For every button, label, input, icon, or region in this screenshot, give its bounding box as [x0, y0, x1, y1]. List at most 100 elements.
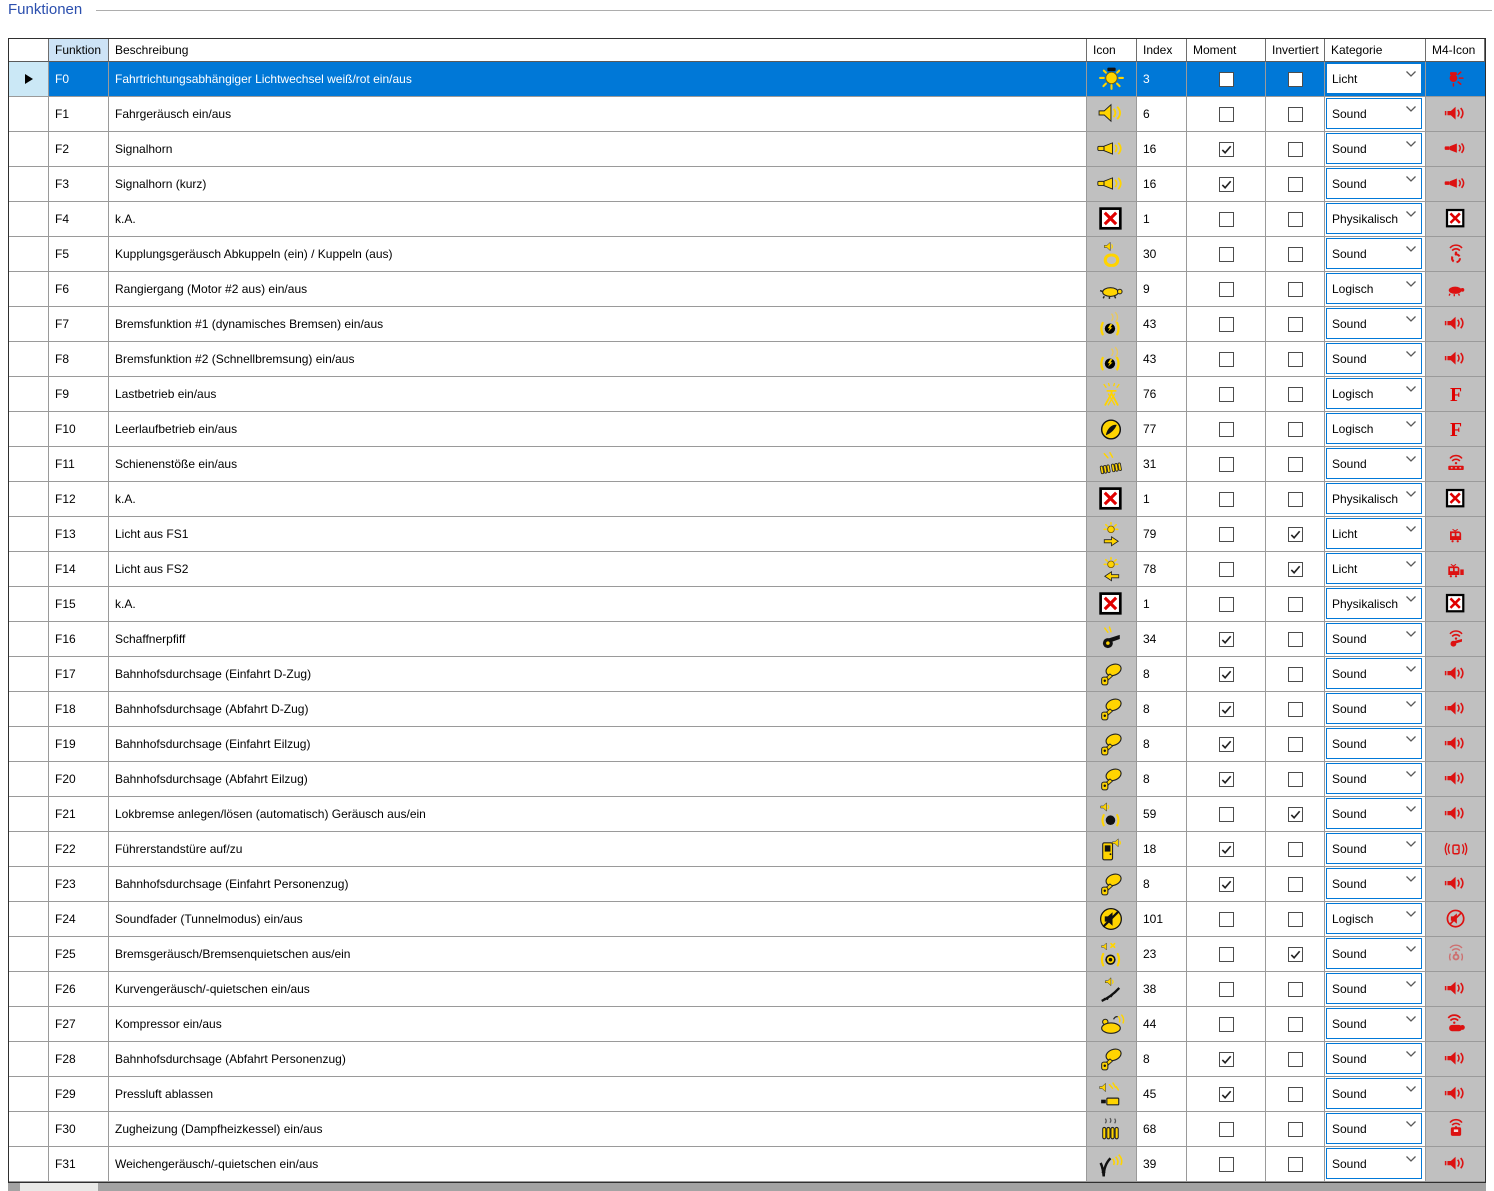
header-m4-icon[interactable]: M4-Icon [1426, 39, 1485, 62]
kategorie-select[interactable]: Licht [1326, 518, 1422, 549]
cell-icon[interactable] [1087, 167, 1137, 202]
cell-beschreibung[interactable]: Bahnhofsdurchsage (Einfahrt Eilzug) [109, 727, 1087, 762]
header-beschreibung[interactable]: Beschreibung [109, 39, 1087, 62]
cell-icon[interactable] [1087, 237, 1137, 272]
moment-checkbox[interactable] [1218, 281, 1234, 297]
cell-funktion[interactable]: F22 [49, 832, 109, 867]
kategorie-select[interactable]: Licht [1326, 63, 1422, 94]
cell-index[interactable]: 1 [1137, 587, 1187, 622]
cell-m4-icon[interactable] [1426, 62, 1485, 97]
table-row[interactable]: F10 Leerlaufbetrieb ein/aus 77 Logisch F [9, 412, 1485, 447]
cell-index[interactable]: 59 [1137, 797, 1187, 832]
cell-index[interactable]: 43 [1137, 307, 1187, 342]
cell-funktion[interactable]: F6 [49, 272, 109, 307]
row-selector-cell[interactable] [9, 167, 49, 202]
cell-funktion[interactable]: F27 [49, 1007, 109, 1042]
cell-m4-icon[interactable] [1426, 342, 1485, 377]
cell-beschreibung[interactable]: Zugheizung (Dampfheizkessel) ein/aus [109, 1112, 1087, 1147]
moment-checkbox[interactable] [1218, 736, 1234, 752]
invertiert-checkbox[interactable] [1287, 876, 1303, 892]
moment-checkbox[interactable] [1218, 246, 1234, 262]
table-row[interactable]: F3 Signalhorn (kurz) 16 Sound [9, 167, 1485, 202]
invertiert-checkbox[interactable] [1287, 71, 1303, 87]
cell-beschreibung[interactable]: Kurvengeräusch/-quietschen ein/aus [109, 972, 1087, 1007]
moment-checkbox[interactable] [1218, 631, 1234, 647]
cell-index[interactable]: 79 [1137, 517, 1187, 552]
cell-icon[interactable] [1087, 447, 1137, 482]
kategorie-select[interactable]: Sound [1326, 798, 1422, 829]
invertiert-checkbox[interactable] [1287, 701, 1303, 717]
moment-checkbox[interactable] [1218, 1086, 1234, 1102]
invertiert-checkbox[interactable] [1287, 491, 1303, 507]
table-row[interactable]: F26 Kurvengeräusch/-quietschen ein/aus 3… [9, 972, 1485, 1007]
invertiert-checkbox[interactable] [1287, 1016, 1303, 1032]
cell-icon[interactable] [1087, 867, 1137, 902]
invertiert-checkbox[interactable] [1287, 736, 1303, 752]
cell-beschreibung[interactable]: Licht aus FS2 [109, 552, 1087, 587]
cell-funktion[interactable]: F10 [49, 412, 109, 447]
moment-checkbox[interactable] [1218, 701, 1234, 717]
kategorie-select[interactable]: Sound [1326, 1078, 1422, 1109]
header-index[interactable]: Index [1137, 39, 1187, 62]
cell-index[interactable]: 8 [1137, 867, 1187, 902]
cell-icon[interactable] [1087, 342, 1137, 377]
kategorie-select[interactable]: Sound [1326, 308, 1422, 339]
kategorie-select[interactable]: Sound [1326, 238, 1422, 269]
row-selector-cell[interactable] [9, 587, 49, 622]
cell-icon[interactable] [1087, 972, 1137, 1007]
cell-beschreibung[interactable]: Fahrgeräusch ein/aus [109, 97, 1087, 132]
kategorie-select[interactable]: Sound [1326, 728, 1422, 759]
cell-index[interactable]: 101 [1137, 902, 1187, 937]
cell-beschreibung[interactable]: k.A. [109, 202, 1087, 237]
cell-icon[interactable] [1087, 97, 1137, 132]
cell-icon[interactable] [1087, 307, 1137, 342]
row-selector-cell[interactable] [9, 552, 49, 587]
cell-beschreibung[interactable]: Bremsfunktion #1 (dynamisches Bremsen) e… [109, 307, 1087, 342]
invertiert-checkbox[interactable] [1287, 386, 1303, 402]
kategorie-select[interactable]: Sound [1326, 973, 1422, 1004]
cell-icon[interactable] [1087, 552, 1137, 587]
kategorie-select[interactable]: Sound [1326, 168, 1422, 199]
cell-index[interactable]: 23 [1137, 937, 1187, 972]
cell-beschreibung[interactable]: Bahnhofsdurchsage (Abfahrt D-Zug) [109, 692, 1087, 727]
cell-icon[interactable] [1087, 587, 1137, 622]
moment-checkbox[interactable] [1218, 1051, 1234, 1067]
cell-m4-icon[interactable] [1426, 797, 1485, 832]
table-row[interactable]: F9 Lastbetrieb ein/aus 76 Logisch F [9, 377, 1485, 412]
kategorie-select[interactable]: Sound [1326, 1043, 1422, 1074]
row-selector-cell[interactable] [9, 272, 49, 307]
cell-m4-icon[interactable] [1426, 307, 1485, 342]
cell-funktion[interactable]: F31 [49, 1147, 109, 1182]
cell-m4-icon[interactable] [1426, 1007, 1485, 1042]
cell-icon[interactable] [1087, 727, 1137, 762]
cell-beschreibung[interactable]: Bahnhofsdurchsage (Einfahrt Personenzug) [109, 867, 1087, 902]
moment-checkbox[interactable] [1218, 841, 1234, 857]
cell-icon[interactable] [1087, 797, 1137, 832]
invertiert-checkbox[interactable] [1287, 561, 1303, 577]
cell-index[interactable]: 9 [1137, 272, 1187, 307]
cell-beschreibung[interactable]: Leerlaufbetrieb ein/aus [109, 412, 1087, 447]
cell-icon[interactable] [1087, 937, 1137, 972]
moment-checkbox[interactable] [1218, 141, 1234, 157]
moment-checkbox[interactable] [1218, 421, 1234, 437]
cell-beschreibung[interactable]: Führerstandstüre auf/zu [109, 832, 1087, 867]
cell-funktion[interactable]: F26 [49, 972, 109, 1007]
cell-beschreibung[interactable]: Licht aus FS1 [109, 517, 1087, 552]
invertiert-checkbox[interactable] [1287, 106, 1303, 122]
cell-m4-icon[interactable]: F [1426, 412, 1485, 447]
moment-checkbox[interactable] [1218, 526, 1234, 542]
moment-checkbox[interactable] [1218, 1156, 1234, 1172]
row-selector-cell[interactable] [9, 762, 49, 797]
cell-icon[interactable] [1087, 1007, 1137, 1042]
kategorie-select[interactable]: Sound [1326, 343, 1422, 374]
cell-beschreibung[interactable]: Kupplungsgeräusch Abkuppeln (ein) / Kupp… [109, 237, 1087, 272]
invertiert-checkbox[interactable] [1287, 1156, 1303, 1172]
row-selector-cell[interactable] [9, 62, 49, 97]
cell-index[interactable]: 44 [1137, 1007, 1187, 1042]
cell-funktion[interactable]: F7 [49, 307, 109, 342]
table-row[interactable]: F15 k.A. 1 Physikalisch [9, 587, 1485, 622]
cell-m4-icon[interactable] [1426, 132, 1485, 167]
cell-funktion[interactable]: F13 [49, 517, 109, 552]
invertiert-checkbox[interactable] [1287, 911, 1303, 927]
moment-checkbox[interactable] [1218, 666, 1234, 682]
